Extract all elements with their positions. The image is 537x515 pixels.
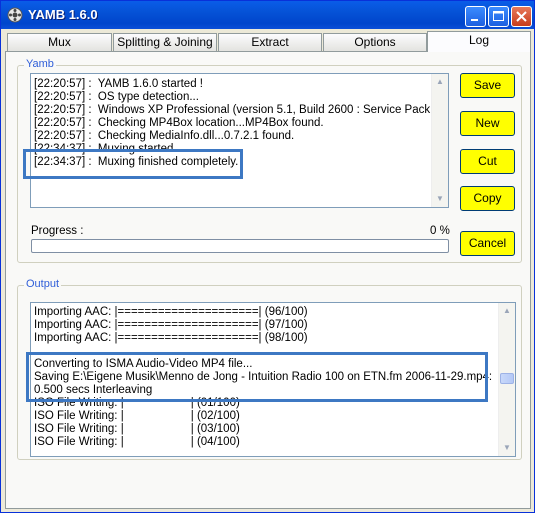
output-scrollbar[interactable]: ▲ ▼ — [498, 303, 515, 456]
output-line: Importing AAC: |=====================| (… — [34, 332, 308, 344]
output-line: ISO File Writing: | | (04/100) — [34, 436, 240, 448]
output-line: Importing AAC: |=====================| (… — [34, 319, 308, 331]
progress-bar — [31, 239, 449, 253]
yamb-group-title: Yamb — [24, 58, 56, 70]
cancel-button[interactable]: Cancel — [460, 231, 515, 256]
scroll-up-arrow-icon[interactable]: ▲ — [499, 303, 515, 319]
scroll-thumb[interactable] — [500, 373, 514, 384]
window-title: YAMB 1.6.0 — [28, 7, 98, 22]
output-group-title: Output — [24, 278, 62, 290]
log-line: [22:20:57] : YAMB 1.6.0 started ! — [34, 78, 203, 90]
yamb-app-icon — [7, 7, 23, 23]
log-line: [22:20:57] : Checking MP4Box location...… — [34, 117, 324, 129]
scroll-down-arrow-icon[interactable]: ▼ — [499, 440, 515, 456]
title-bar[interactable]: YAMB 1.6.0 — [1, 1, 534, 29]
output-line: Importing AAC: |=====================| (… — [34, 306, 308, 318]
close-button[interactable] — [511, 6, 532, 27]
app-window: YAMB 1.6.0 Mux Splitting & Joining Extra… — [0, 0, 535, 513]
progress-value: 0 % — [430, 225, 450, 237]
minimize-button[interactable] — [465, 6, 486, 27]
log-panel: Yamb [22:20:57] : YAMB 1.6.0 started ! [… — [5, 51, 531, 509]
cut-button[interactable]: Cut — [460, 149, 515, 174]
maximize-icon — [493, 11, 504, 21]
new-button[interactable]: New — [460, 111, 515, 136]
progress-label: Progress : — [31, 225, 84, 237]
scroll-up-arrow-icon[interactable]: ▲ — [432, 74, 448, 90]
save-button[interactable]: Save — [460, 73, 515, 98]
tab-options[interactable]: Options — [323, 33, 427, 51]
scroll-down-arrow-icon[interactable]: ▼ — [432, 191, 448, 207]
minimize-icon — [471, 19, 478, 21]
output-line: ISO File Writing: | | (02/100) — [34, 410, 240, 422]
log-line: [22:20:57] : Windows XP Professional (ve… — [34, 104, 444, 116]
tab-mux[interactable]: Mux — [7, 33, 112, 51]
tab-strip: Mux Splitting & Joining Extract Options … — [5, 31, 531, 52]
tab-splitting-joining[interactable]: Splitting & Joining — [113, 33, 217, 51]
copy-button[interactable]: Copy — [460, 186, 515, 211]
close-icon — [516, 11, 527, 22]
tab-extract[interactable]: Extract — [218, 33, 322, 51]
output-line: ISO File Writing: | | (03/100) — [34, 423, 240, 435]
maximize-button[interactable] — [488, 6, 509, 27]
log-listbox[interactable]: [22:20:57] : YAMB 1.6.0 started ! [22:20… — [30, 73, 449, 208]
tab-log[interactable]: Log — [427, 31, 531, 52]
highlight-box — [23, 149, 243, 179]
log-line: [22:20:57] : OS type detection... — [34, 91, 199, 103]
highlight-box — [26, 352, 488, 402]
log-scrollbar[interactable]: ▲ ▼ — [431, 74, 448, 207]
log-line: [22:20:57] : Checking MediaInfo.dll...0.… — [34, 130, 295, 142]
